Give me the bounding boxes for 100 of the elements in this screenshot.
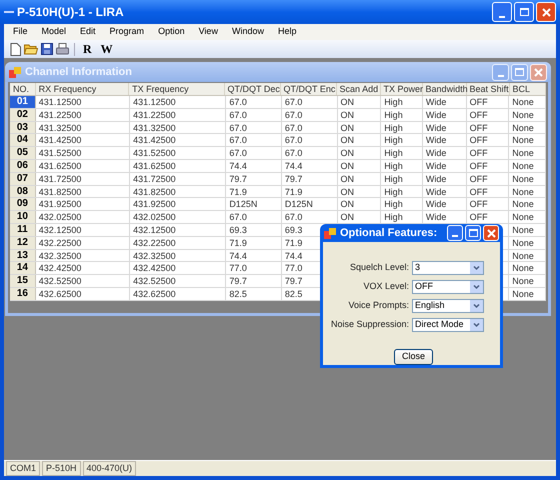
menu-item[interactable]: Window [226, 25, 269, 39]
table-cell: None [509, 288, 546, 300]
column-header[interactable]: QT/DQT Dec [224, 83, 281, 95]
table-cell: 431.62500 [36, 160, 130, 172]
table-cell: None [509, 160, 546, 172]
table-cell: Wide [422, 198, 467, 210]
table-cell: 67.0 [226, 108, 282, 121]
column-header[interactable]: QT/DQT Enc [280, 83, 337, 95]
toolbar-button[interactable]: W [98, 40, 116, 58]
column-header[interactable]: Scan Add [336, 83, 381, 95]
table-cell: 79.7 [282, 172, 338, 185]
table-cell: 79.7 [226, 172, 282, 185]
table-cell: Wide [422, 160, 467, 172]
table-cell: 432.32500 [130, 250, 226, 262]
column-header[interactable]: TX Frequency [129, 83, 225, 95]
menu-item[interactable]: Program [104, 25, 150, 39]
toolbar-button[interactable]: R [80, 40, 95, 58]
row-header[interactable]: 02 [10, 108, 36, 121]
status-panel: P-510H [42, 461, 81, 476]
table-cell: High [381, 122, 423, 134]
window-title: P-510H(U)-1 - LIRA [17, 4, 124, 21]
field-label: Voice Prompts: [347, 299, 409, 312]
dropdown[interactable]: Direct Mode [412, 318, 484, 332]
column-header[interactable]: TX Power [380, 83, 423, 95]
row-header[interactable]: 13 [10, 250, 36, 262]
table-cell: 431.62500 [130, 160, 226, 172]
dropdown[interactable]: English [412, 299, 484, 313]
table-cell: 71.9 [226, 186, 282, 198]
table-cell: None [509, 236, 546, 249]
row-header[interactable]: 05 [10, 147, 36, 159]
table-cell: 432.52500 [130, 275, 226, 287]
table-cell: 432.42500 [36, 262, 130, 274]
row-header[interactable]: 15 [10, 275, 36, 287]
row-header[interactable]: 09 [10, 198, 36, 210]
window-icon [9, 66, 21, 78]
table-cell: 432.22500 [130, 236, 226, 249]
table-cell: Wide [422, 108, 467, 121]
column-header[interactable]: RX Frequency [36, 83, 130, 95]
table-cell: 82.5 [226, 288, 282, 300]
table-cell: ON [338, 186, 382, 198]
table-cell: 431.52500 [130, 147, 226, 159]
row-header[interactable]: 01 [10, 96, 36, 108]
table-cell: ON [338, 198, 382, 210]
menu-item[interactable]: View [194, 25, 223, 39]
dropdown[interactable]: 3 [412, 261, 484, 275]
table-cell: 431.42500 [130, 134, 226, 146]
table-cell: 432.12500 [36, 224, 130, 236]
table-cell: 74.4 [226, 160, 282, 172]
column-header[interactable]: NO. [10, 83, 36, 95]
close-icon [534, 68, 543, 76]
table-cell: 67.0 [282, 134, 338, 146]
row-header[interactable]: 04 [10, 134, 36, 146]
row-header[interactable]: 10 [10, 211, 36, 223]
row-header[interactable]: 06 [10, 160, 36, 172]
printer-icon[interactable] [56, 43, 69, 55]
table-cell: 67.0 [226, 96, 282, 108]
table-cell: 67.0 [282, 96, 338, 108]
table-cell: None [509, 224, 546, 236]
table-cell: 432.32500 [36, 250, 130, 262]
row-header[interactable]: 14 [10, 262, 36, 274]
table-cell: Wide [422, 211, 467, 223]
table-cell: High [381, 172, 423, 185]
table-cell: High [381, 186, 423, 198]
table-cell: 67.0 [226, 134, 282, 146]
dropdown[interactable]: OFF [412, 280, 484, 294]
menu-item[interactable]: File [8, 25, 33, 39]
row-header[interactable]: 11 [10, 224, 36, 236]
column-header[interactable]: Beat Shift [466, 83, 510, 95]
table-cell: OFF [466, 96, 510, 108]
table-cell: None [509, 147, 546, 159]
status-panel: 400-470(U) [82, 461, 136, 476]
table-cell: None [509, 172, 546, 185]
table-cell: OFF [466, 147, 510, 159]
menu-item[interactable]: Option [153, 25, 190, 39]
column-header[interactable]: BCL [510, 83, 546, 95]
close-icon [486, 228, 496, 238]
row-header[interactable]: 12 [10, 236, 36, 249]
table-cell: 431.12500 [36, 96, 130, 108]
table-cell: 431.42500 [36, 134, 130, 146]
column-header[interactable]: Bandwidth [422, 83, 467, 95]
close-button[interactable]: Close [394, 349, 433, 365]
new-document-icon[interactable] [10, 42, 21, 56]
menu-item[interactable]: Help [272, 25, 302, 39]
row-header[interactable]: 08 [10, 186, 36, 198]
close-icon [542, 8, 550, 16]
table-cell: 69.3 [226, 224, 282, 236]
table-cell: 432.42500 [130, 262, 226, 274]
folder-icon[interactable] [24, 43, 38, 55]
table-cell: OFF [466, 211, 510, 223]
table-cell: 431.72500 [130, 172, 226, 185]
field-label: VOX Level: [362, 280, 409, 294]
row-header[interactable]: 07 [10, 172, 36, 185]
table-cell: 432.22500 [36, 236, 130, 249]
table-cell: OFF [466, 122, 510, 134]
table-cell: 431.32500 [36, 122, 130, 134]
row-header[interactable]: 03 [10, 122, 36, 134]
row-header[interactable]: 16 [10, 288, 36, 300]
table-cell: 432.62500 [36, 288, 130, 300]
menu-item[interactable]: Model [36, 25, 72, 39]
menu-item[interactable]: Edit [75, 25, 101, 39]
